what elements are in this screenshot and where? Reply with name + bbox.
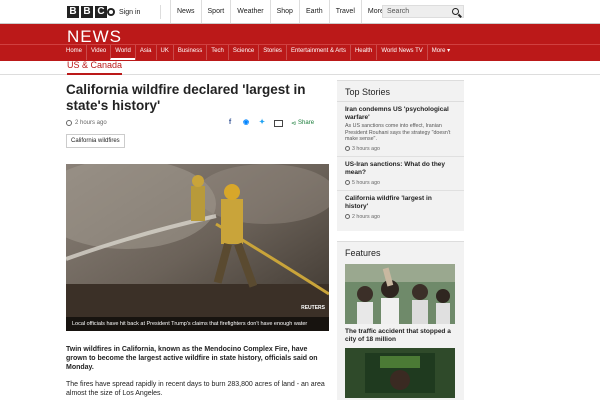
topic-tag[interactable]: California wildfires [66,134,125,148]
clock-icon [345,180,350,185]
top-nav-news[interactable]: News [170,0,201,23]
share-bar: f ◉ ✦ ⊲ Share [226,119,314,127]
nav-asia[interactable]: Asia [134,45,156,60]
top-nav-weather[interactable]: Weather [230,0,269,23]
photo-caption: Local officials have hit back at Preside… [66,317,329,331]
story-time-label: 2 hours ago [352,213,380,220]
story-item[interactable]: California wildfire 'largest in history'… [337,191,464,224]
nav-home[interactable]: Home [62,45,86,60]
facebook-icon[interactable]: f [226,119,234,127]
nav-world-news-tv[interactable]: World News TV [376,45,426,60]
twitter-icon[interactable]: ✦ [258,119,266,127]
top-stories-title: Top Stories [337,81,464,102]
story-headline[interactable]: Iran condemns US 'psychological warfare' [345,106,456,122]
article-paragraph-1: Twin wildfires in California, known as t… [66,346,318,371]
story-headline[interactable]: US-Iran sanctions: What do they mean? [345,161,456,177]
messenger-icon[interactable]: ◉ [242,119,250,127]
clock-icon [66,120,72,126]
firefighter-photo [66,164,329,331]
article-time: 2 hours ago [75,120,107,126]
article-paragraph-2: The fires have spread rapidly in recent … [66,381,325,397]
clock-icon [345,146,350,151]
feature-photo-2 [345,348,455,398]
bbc-top-bar: B B C Sign in News Sport Weather Shop Ea… [0,0,600,24]
top-nav-earth[interactable]: Earth [298,0,329,23]
bbc-logo-letter: C [95,6,107,18]
article-headline: California wildfire declared 'largest in… [66,82,306,113]
signin-label: Sign in [119,8,141,16]
nav-stories[interactable]: Stories [258,45,286,60]
story-item[interactable]: US-Iran sanctions: What do they mean? 5 … [337,157,464,191]
feature-caption[interactable]: The traffic accident that stopped a city… [337,324,464,348]
feature-image[interactable] [345,348,455,398]
story-item[interactable]: Iran condemns US 'psychological warfare'… [337,102,464,157]
story-time: 3 hours ago [345,146,456,152]
bbc-logo[interactable]: B B C [67,6,107,18]
nav-more[interactable]: More ▾ [426,45,454,60]
article-meta: 2 hours ago [66,120,107,126]
nav-science[interactable]: Science [227,45,258,60]
top-nav-shop[interactable]: Shop [269,0,299,23]
nav-world[interactable]: World [110,45,135,60]
nav-tech[interactable]: Tech [206,45,228,60]
feature-image[interactable] [345,264,455,324]
top-nav-sport[interactable]: Sport [200,0,231,23]
features-title: Features [345,248,381,258]
nav-health[interactable]: Health [349,45,376,60]
search-input[interactable]: Search [382,5,464,18]
user-icon [107,8,115,16]
story-summary: As US sanctions come into effect, Irania… [345,123,451,142]
top-stories-panel: Top Stories Iran condemns US 'psychologi… [337,80,464,231]
story-time-label: 3 hours ago [352,145,380,152]
features-panel: Features The traffic accident that stopp… [337,241,464,400]
nav-video[interactable]: Video [86,45,110,60]
share-icon: ⊲ [291,120,297,127]
section-title[interactable]: US & Canada [67,60,123,75]
nav-entertainment[interactable]: Entertainment & Arts [285,45,350,60]
top-nav: News Sport Weather Shop Earth Travel Mor… [170,0,413,23]
article-photo: REUTERS Local officials have hit back at… [66,164,329,331]
news-nav: Home Video World Asia UK Business Tech S… [0,44,600,60]
signin-link[interactable]: Sign in [107,5,162,19]
story-time: 5 hours ago [345,180,456,186]
nav-uk[interactable]: UK [155,45,173,60]
story-headline[interactable]: California wildfire 'largest in history' [345,195,456,211]
search-placeholder: Search [387,8,410,15]
search-icon[interactable] [452,8,459,15]
top-nav-travel[interactable]: Travel [328,0,361,23]
story-time-label: 5 hours ago [352,179,380,186]
share-button[interactable]: ⊲ Share [291,120,314,127]
photo-credit: REUTERS [301,305,325,311]
bbc-logo-letter: B [67,6,79,18]
share-label: Share [298,120,315,126]
clock-icon [345,214,350,219]
students-protest-photo [345,264,455,324]
email-icon[interactable] [274,119,283,127]
bbc-logo-letter: B [81,6,93,18]
nav-business[interactable]: Business [172,45,206,60]
story-time: 2 hours ago [345,214,456,220]
